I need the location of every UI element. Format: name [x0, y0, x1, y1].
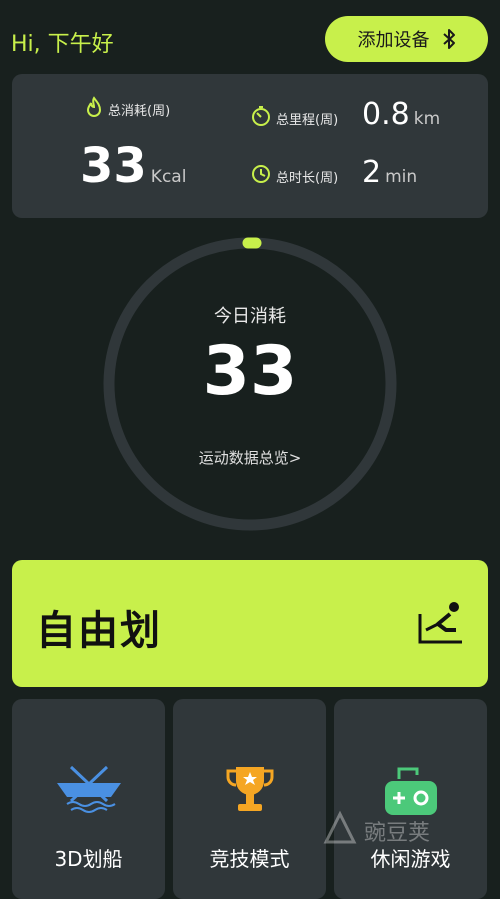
overview-link[interactable]: 运动数据总览> — [0, 447, 500, 468]
distance-unit: km — [413, 109, 441, 129]
mode-tile-competition[interactable]: 竞技模式 — [173, 699, 326, 899]
mode-tile-3d-rowing[interactable]: 3D划船 — [12, 699, 165, 899]
add-device-button[interactable]: 添加设备 — [325, 16, 488, 62]
timer-icon — [250, 105, 272, 131]
duration-unit: min — [385, 167, 418, 187]
calories-unit: Kcal — [150, 167, 187, 187]
calories-stat-label: 总消耗(周) — [84, 96, 170, 122]
today-value: 33 — [202, 332, 298, 411]
distance-value: 0.8 — [362, 97, 410, 132]
free-rowing-label: 自由划 — [36, 608, 162, 654]
calories-value: 33 — [80, 138, 147, 194]
watermark: 豌豆荚 — [320, 808, 430, 854]
distance-stat: 0.8 km — [362, 100, 440, 130]
today-title: 今日消耗 — [214, 306, 286, 327]
clock-icon — [250, 163, 272, 189]
watermark-text: 豌豆荚 — [364, 821, 431, 846]
add-device-label: 添加设备 — [357, 30, 430, 51]
trophy-icon — [173, 761, 326, 817]
weekly-stats-card: 总消耗(周) 33 Kcal 总里程(周) 0.8 km 总时长(周) 2 mi… — [12, 74, 488, 218]
rowing-boat-icon — [12, 761, 165, 817]
duration-value: 2 — [362, 155, 382, 190]
duration-stat-label: 总时长(周) — [250, 163, 338, 189]
bluetooth-icon — [442, 28, 456, 50]
mode-label-competition: 竞技模式 — [209, 847, 290, 871]
distance-stat-label: 总里程(周) — [250, 105, 338, 131]
mode-tile-casual-games[interactable]: 休闲游戏 — [334, 699, 487, 899]
flame-icon — [84, 96, 104, 122]
calories-stat: 33 Kcal — [80, 142, 186, 190]
greeting: Hi, 下午好 — [11, 32, 114, 57]
rowing-machine-icon — [416, 600, 464, 650]
duration-stat: 2 min — [362, 158, 417, 188]
watermark-logo-icon — [320, 808, 360, 854]
free-rowing-button[interactable]: 自由划 — [12, 560, 488, 687]
mode-label-3d-rowing: 3D划船 — [54, 847, 123, 871]
